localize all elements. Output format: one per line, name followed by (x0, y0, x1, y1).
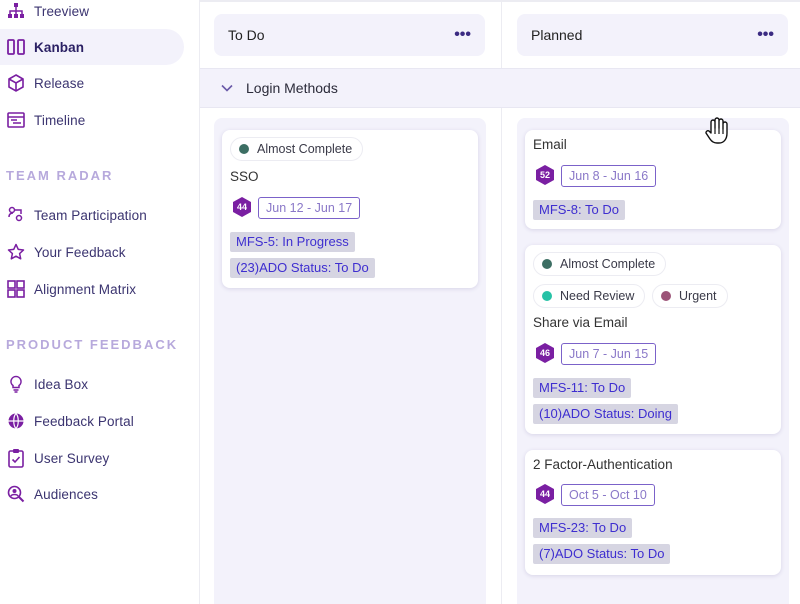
lightbulb-icon (6, 374, 26, 394)
column-title: To Do (228, 27, 265, 43)
sidebar-item-audiences[interactable]: Audiences (0, 476, 184, 512)
tag-label: Urgent (679, 289, 717, 303)
kanban-board: To Do ••• Planned ••• Login Methods Almo… (200, 0, 800, 604)
badge-hexagon: 44 (534, 483, 556, 505)
sidebar-item-label: Audiences (34, 486, 98, 502)
card-title: SSO (230, 169, 259, 184)
sidebar-item-user-survey[interactable]: User Survey (0, 440, 184, 476)
badge-hexagon: 52 (534, 164, 556, 186)
link-chip[interactable]: MFS-11: To Do (533, 378, 632, 398)
sidebar-item-your-feedback[interactable]: Your Feedback (0, 234, 184, 270)
badge-number: 44 (539, 489, 550, 499)
sidebar-item-label: User Survey (34, 450, 110, 466)
date-range[interactable]: Jun 8 - Jun 16 (561, 165, 657, 187)
column-title: Planned (531, 27, 583, 43)
sidebar-item-label: Timeline (34, 112, 86, 128)
badge-hexagon: 44 (231, 196, 253, 218)
tag-label: Almost Complete (257, 142, 353, 156)
card-title: 2 Factor-Authentication (533, 457, 673, 472)
date-range[interactable]: Oct 5 - Oct 10 (561, 484, 655, 506)
card-share-via-email[interactable]: Almost Complete Need Review Urgent Share… (525, 245, 781, 434)
star-icon (6, 242, 26, 262)
status-dot (542, 259, 552, 269)
sidebar-item-kanban[interactable]: Kanban (0, 29, 184, 65)
sidebar-item-feedback-portal[interactable]: Feedback Portal (0, 403, 184, 439)
clipboard-check-icon (6, 448, 26, 468)
status-dot (661, 291, 671, 301)
sidebar-item-treeview[interactable]: Treeview (0, 0, 184, 29)
sidebar-item-alignment-matrix[interactable]: Alignment Matrix (0, 271, 184, 307)
status-tag[interactable]: Urgent (652, 284, 728, 308)
link-chip[interactable]: (10)ADO Status: Doing (533, 404, 678, 424)
badge-number: 44 (236, 202, 247, 212)
team-participation-icon (6, 205, 26, 225)
status-tag[interactable]: Almost Complete (533, 252, 667, 276)
sidebar-item-team-participation[interactable]: Team Participation (0, 197, 184, 233)
sidebar-item-label: Release (34, 75, 85, 91)
badge-hexagon: 46 (534, 342, 556, 364)
sidebar-item-idea-box[interactable]: Idea Box (0, 366, 184, 402)
card-title: Share via Email (533, 315, 628, 330)
treeview-icon (6, 1, 26, 21)
column-header-to-do: To Do ••• (214, 14, 485, 56)
kanban-icon (6, 37, 26, 57)
sidebar-item-label: Alignment Matrix (34, 281, 137, 297)
hand-cursor-icon (700, 113, 734, 147)
date-range[interactable]: Jun 12 - Jun 17 (258, 197, 361, 219)
link-chip[interactable]: MFS-23: To Do (533, 518, 633, 538)
swimlane-group-header[interactable]: Login Methods (200, 68, 800, 108)
more-options-icon[interactable]: ••• (757, 27, 774, 43)
swimlane-group-label: Login Methods (246, 80, 338, 96)
release-icon (6, 73, 26, 93)
card-sso[interactable]: Almost Complete SSO 44 Jun 12 - Jun 17 M… (222, 130, 478, 288)
tag-label: Almost Complete (560, 257, 656, 271)
grid-icon (6, 279, 26, 299)
chevron-down-icon[interactable] (220, 81, 234, 95)
tag-label: Need Review (560, 289, 635, 303)
link-chip[interactable]: MFS-8: To Do (533, 200, 625, 220)
column-header-planned: Planned ••• (517, 14, 788, 56)
sidebar-item-label: Idea Box (34, 376, 89, 392)
sidebar: Treeview Kanban Release Timeline TEAM RA… (0, 0, 200, 604)
link-chip[interactable]: MFS-5: In Progress (230, 232, 355, 252)
globe-icon (6, 411, 26, 431)
badge-number: 52 (539, 170, 550, 180)
timeline-icon (6, 110, 26, 130)
top-divider (200, 0, 800, 2)
card-2-factor-authentication[interactable]: 2 Factor-Authentication 44 Oct 5 - Oct 1… (525, 450, 781, 575)
card-title: Email (533, 137, 567, 152)
product-feedback-heading: PRODUCT FEEDBACK (6, 337, 179, 352)
status-tag[interactable]: Need Review (533, 284, 646, 308)
link-chip[interactable]: (23)ADO Status: To Do (230, 258, 375, 278)
link-chip[interactable]: (7)ADO Status: To Do (533, 544, 671, 564)
sidebar-item-label: Your Feedback (34, 244, 126, 260)
badge-number: 46 (539, 348, 550, 358)
status-dot (542, 291, 552, 301)
status-dot (239, 144, 249, 154)
team-radar-heading: TEAM RADAR (6, 168, 114, 183)
audience-search-icon (6, 484, 26, 504)
more-options-icon[interactable]: ••• (454, 27, 471, 43)
sidebar-item-release[interactable]: Release (0, 65, 184, 101)
sidebar-item-label: Team Participation (34, 207, 147, 223)
sidebar-item-timeline[interactable]: Timeline (0, 102, 184, 138)
sidebar-item-label: Kanban (34, 39, 85, 55)
card-email[interactable]: Email 52 Jun 8 - Jun 16 MFS-8: To Do (525, 130, 781, 229)
status-tag[interactable]: Almost Complete (230, 137, 364, 161)
sidebar-item-label: Treeview (34, 3, 90, 19)
date-range[interactable]: Jun 7 - Jun 15 (561, 343, 657, 365)
sidebar-item-label: Feedback Portal (34, 413, 134, 429)
